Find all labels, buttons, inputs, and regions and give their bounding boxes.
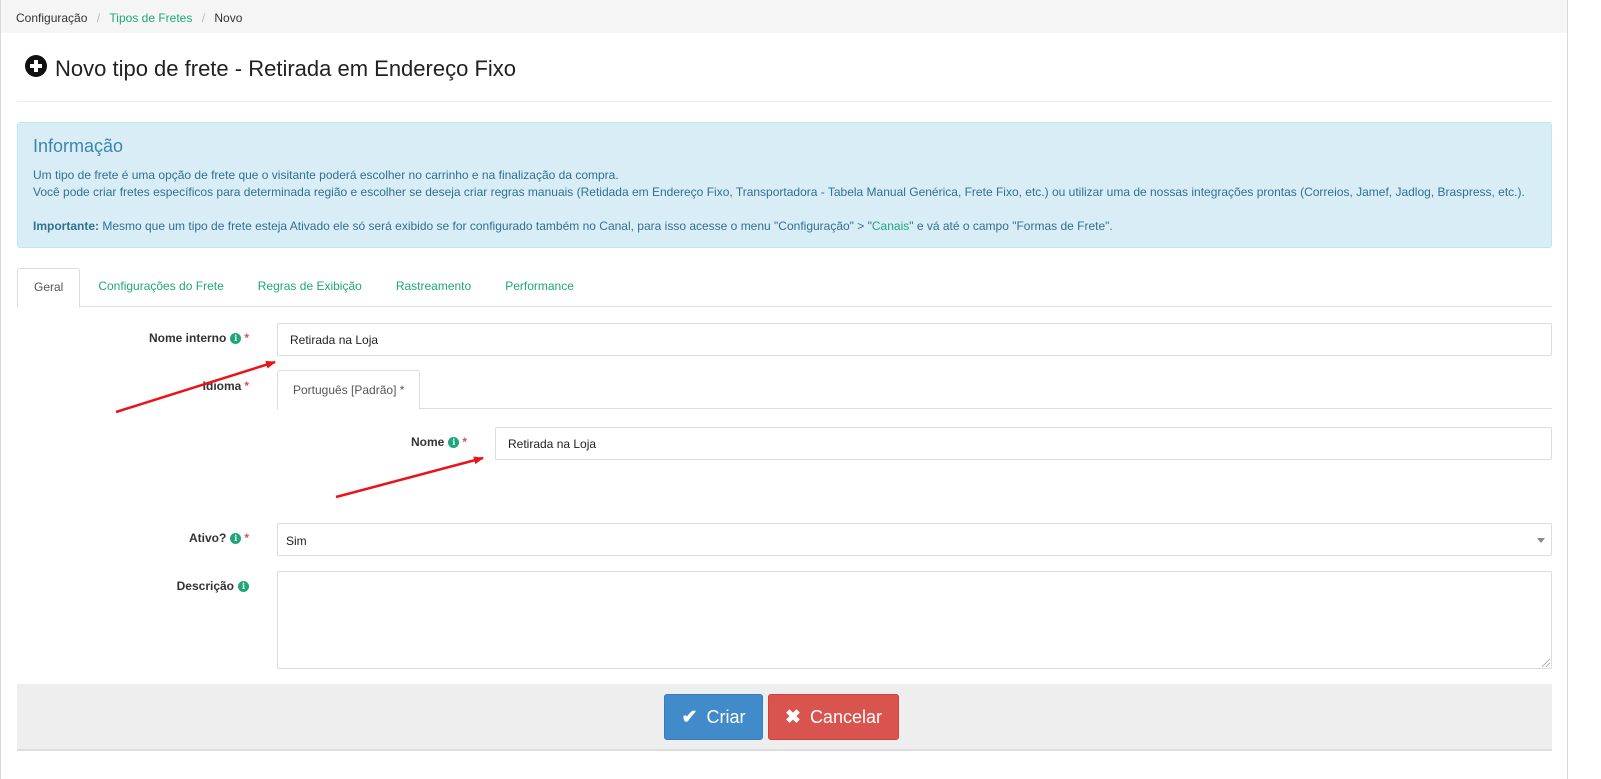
resize-grip-icon[interactable] [1542, 659, 1550, 667]
form-actions: ✔ Criar ✖ Cancelar [17, 684, 1552, 751]
required-mark: * [462, 435, 467, 449]
header-divider [17, 101, 1552, 102]
description-label-text: Descrição [176, 579, 234, 593]
tab-regras-de-exibicao[interactable]: Regras de Exibição [242, 268, 378, 307]
language-tabs: Português [Padrão] * [277, 370, 1552, 410]
page-title: Novo tipo de frete - Retirada em Endereç… [55, 56, 517, 81]
form-tabs: Geral Configurações do Frete Regras de E… [17, 268, 1552, 308]
create-button[interactable]: ✔ Criar [664, 694, 763, 740]
info-alert: Informação Um tipo de frete é uma opção … [17, 122, 1552, 248]
required-mark: * [244, 379, 249, 393]
active-select[interactable]: Sim [277, 523, 1552, 556]
info-icon[interactable]: i [238, 580, 249, 592]
info-title: Informação [33, 136, 124, 156]
info-important: Importante: Mesmo que um tipo de frete e… [33, 218, 1536, 235]
name-label-text: Nome [410, 435, 445, 449]
internal-name-input[interactable] [277, 323, 1552, 356]
tab-performance[interactable]: Performance [489, 268, 590, 307]
page-header: Novo tipo de frete - Retirada em Endereç… [25, 54, 516, 84]
language-label: Idioma * [61, 378, 249, 394]
info-icon[interactable]: i [230, 332, 242, 344]
name-input[interactable] [495, 427, 1552, 460]
breadcrumb-item-novo: Novo [214, 10, 243, 25]
internal-name-label: Nome interno i * [61, 330, 249, 346]
breadcrumb-separator: / [96, 10, 101, 25]
internal-name-label-text: Nome interno [148, 331, 227, 345]
breadcrumb-separator: / [201, 10, 206, 25]
page-frame: Configuração / Tipos de Fretes / Novo No… [0, 0, 1568, 779]
plus-circle-icon [25, 55, 47, 77]
description-label: Descrição i [61, 578, 249, 594]
active-label-text: Ativo? [188, 531, 227, 545]
required-mark: * [244, 331, 249, 345]
tab-rastreamento[interactable]: Rastreamento [380, 268, 487, 307]
info-icon[interactable]: i [448, 436, 460, 448]
info-important-label: Importante: [33, 219, 99, 233]
check-icon: ✔ [681, 706, 698, 728]
cancel-button[interactable]: ✖ Cancelar [768, 694, 899, 740]
language-label-text: Idioma [202, 379, 242, 393]
tab-portugues-padrao[interactable]: Português [Padrão] * [277, 370, 421, 410]
tab-configuracoes-do-frete[interactable]: Configurações do Frete [82, 268, 239, 307]
info-line-1: Um tipo de frete é uma opção de frete qu… [33, 168, 619, 182]
tab-geral[interactable]: Geral [17, 268, 81, 308]
breadcrumb-item-configuracao[interactable]: Configuração [16, 11, 87, 25]
active-select-value: Sim [286, 534, 307, 548]
caret-down-icon [1537, 538, 1545, 543]
info-canais-link[interactable]: Canais [872, 219, 909, 233]
breadcrumb: Configuração / Tipos de Fretes / Novo [1, 0, 1567, 33]
breadcrumb-item-tipos-de-fretes[interactable]: Tipos de Fretes [109, 11, 192, 25]
info-important-text-a: Mesmo que um tipo de frete esteja Ativad… [99, 219, 872, 233]
info-icon[interactable]: i [230, 532, 242, 544]
info-important-text-b: " e vá até o campo "Formas de Frete". [909, 219, 1113, 233]
create-button-label: Criar [706, 706, 746, 727]
info-line-2: Você pode criar fretes específicos para … [33, 185, 1525, 199]
name-label: Nome i * [301, 434, 467, 450]
cancel-button-label: Cancelar [809, 706, 882, 727]
required-mark: * [244, 531, 249, 545]
active-label: Ativo? i * [61, 530, 249, 546]
times-icon: ✖ [785, 706, 801, 728]
description-textarea[interactable] [277, 571, 1552, 669]
